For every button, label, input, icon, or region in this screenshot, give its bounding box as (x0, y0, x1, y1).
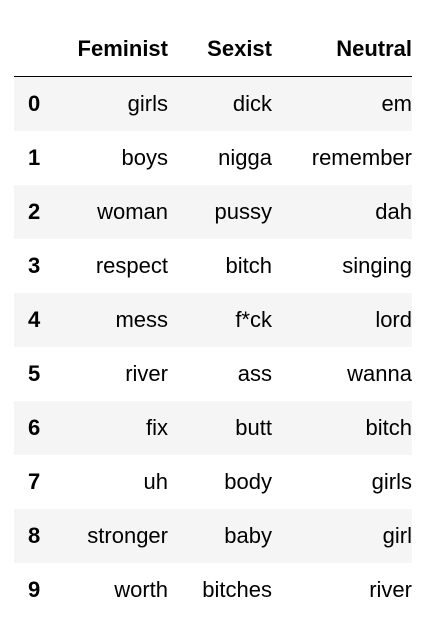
table-row: 5 river ass wanna (14, 347, 412, 401)
cell-feminist: woman (97, 199, 168, 224)
row-index: 1 (28, 145, 41, 170)
row-index: 4 (28, 307, 41, 332)
row-index: 3 (28, 253, 41, 278)
table-row: 9 worth bitches river (14, 563, 412, 617)
cell-feminist: worth (114, 577, 168, 602)
cell-sexist: dick (232, 91, 272, 116)
cell-neutral: girls (371, 469, 412, 494)
table-row: 0 girls dick em (14, 76, 412, 131)
row-index: 7 (28, 469, 41, 494)
cell-sexist: bitches (202, 577, 272, 602)
cell-feminist: mess (115, 307, 168, 332)
cell-neutral: girl (382, 523, 412, 548)
row-index: 5 (28, 361, 41, 386)
column-header-sexist: Sexist (168, 22, 272, 77)
table-row: 1 boys nigga remember (14, 131, 412, 185)
table-row: 2 woman pussy dah (14, 185, 412, 239)
cell-sexist: baby (224, 523, 272, 548)
cell-feminist: stronger (87, 523, 168, 548)
cell-neutral: singing (342, 253, 412, 278)
column-header-neutral: Neutral (272, 22, 412, 77)
row-index: 6 (28, 415, 41, 440)
cell-neutral: bitch (365, 415, 412, 440)
row-index: 2 (28, 199, 41, 224)
cell-sexist: f*ck (235, 307, 272, 332)
cell-neutral: remember (311, 145, 412, 170)
cell-neutral: wanna (347, 361, 412, 386)
row-index: 8 (28, 523, 41, 548)
cell-feminist: girls (127, 91, 168, 116)
cell-sexist: nigga (218, 145, 272, 170)
table-header: Feminist Sexist Neutral (14, 22, 412, 77)
dataframe-table-container: Feminist Sexist Neutral 0 girls dick em … (14, 22, 412, 617)
table-row: 4 mess f*ck lord (14, 293, 412, 347)
table-row: 7 uh body girls (14, 455, 412, 509)
cell-neutral: lord (375, 307, 412, 332)
cell-neutral: dah (375, 199, 412, 224)
cell-feminist: river (125, 361, 168, 386)
cell-sexist: body (224, 469, 272, 494)
index-header (14, 22, 60, 77)
table-body: 0 girls dick em 1 boys nigga remember 2 … (14, 76, 412, 618)
cell-sexist: butt (235, 415, 272, 440)
cell-feminist: fix (146, 415, 168, 440)
table-row: 6 fix butt bitch (14, 401, 412, 455)
cell-sexist: pussy (214, 199, 272, 224)
cell-neutral: river (369, 577, 412, 602)
cell-feminist: boys (121, 145, 168, 170)
cell-neutral: em (381, 91, 412, 116)
dataframe-table: Feminist Sexist Neutral 0 girls dick em … (14, 22, 412, 617)
row-index: 9 (28, 577, 41, 602)
cell-feminist: uh (143, 469, 168, 494)
cell-sexist: ass (237, 361, 272, 386)
table-row: 3 respect bitch singing (14, 239, 412, 293)
table-row: 8 stronger baby girl (14, 509, 412, 563)
header-row: Feminist Sexist Neutral (14, 22, 412, 77)
row-index: 0 (28, 91, 41, 116)
column-header-feminist: Feminist (60, 22, 168, 77)
cell-feminist: respect (95, 253, 168, 278)
cell-sexist: bitch (225, 253, 272, 278)
